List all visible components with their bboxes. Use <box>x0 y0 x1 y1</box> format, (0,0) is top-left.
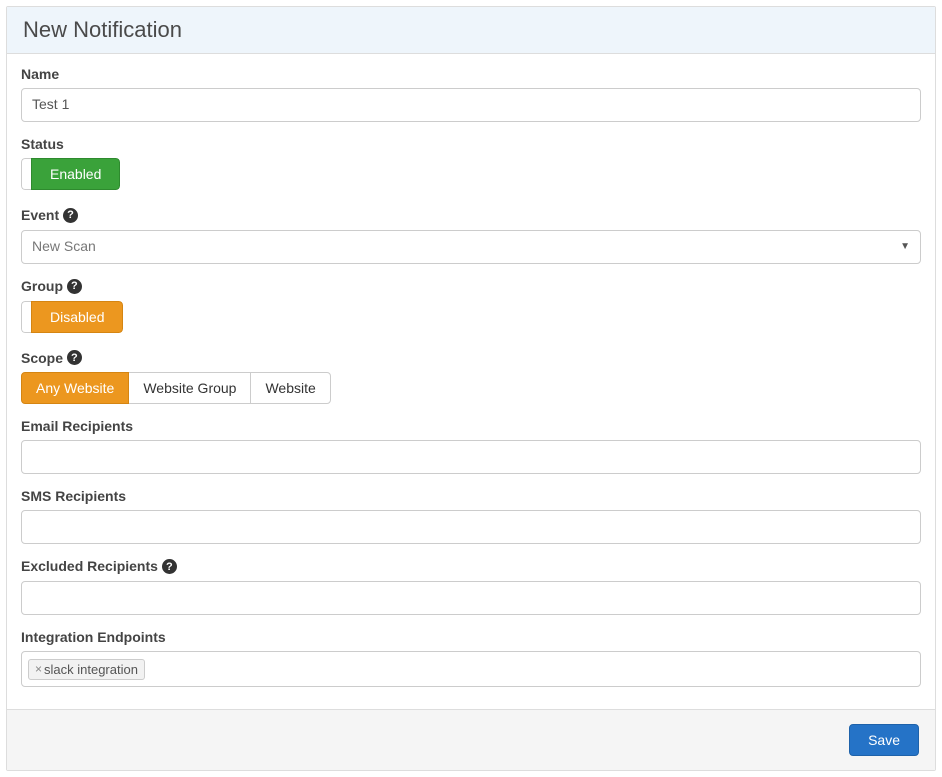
sms-recipients-group: SMS Recipients <box>21 488 921 544</box>
scope-group: Scope ? Any Website Website Group Websit… <box>21 350 921 405</box>
scope-label: Scope ? <box>21 350 921 367</box>
excluded-recipients-input[interactable] <box>21 581 921 615</box>
panel-body: Name Status Enabled Event ? New Scan <box>7 54 935 709</box>
toggle-knob <box>21 301 31 333</box>
integration-endpoint-tag[interactable]: × slack integration <box>28 659 145 680</box>
event-select[interactable]: New Scan ▼ <box>21 230 921 264</box>
email-recipients-label: Email Recipients <box>21 418 921 434</box>
scope-option-website[interactable]: Website <box>250 372 330 404</box>
help-icon[interactable]: ? <box>67 279 82 294</box>
scope-option-website-group[interactable]: Website Group <box>128 372 251 404</box>
help-icon[interactable]: ? <box>67 350 82 365</box>
group-toggle[interactable]: Disabled <box>21 301 123 333</box>
event-group: Event ? New Scan ▼ <box>21 207 921 264</box>
name-label: Name <box>21 66 921 82</box>
toggle-knob <box>21 158 31 190</box>
group-group: Group ? Disabled <box>21 278 921 336</box>
group-label: Group ? <box>21 278 921 295</box>
status-label: Status <box>21 136 921 152</box>
save-button[interactable]: Save <box>849 724 919 756</box>
integration-endpoints-group: Integration Endpoints × slack integratio… <box>21 629 921 687</box>
status-toggle[interactable]: Enabled <box>21 158 120 190</box>
help-icon[interactable]: ? <box>63 208 78 223</box>
sms-recipients-label: SMS Recipients <box>21 488 921 504</box>
new-notification-panel: New Notification Name Status Enabled Eve… <box>6 6 936 771</box>
email-recipients-group: Email Recipients <box>21 418 921 474</box>
status-toggle-label: Enabled <box>31 158 120 190</box>
excluded-recipients-label-text: Excluded Recipients <box>21 558 158 574</box>
panel-footer: Save <box>7 709 935 770</box>
panel-title: New Notification <box>23 17 919 43</box>
integration-endpoints-label: Integration Endpoints <box>21 629 921 645</box>
group-label-text: Group <box>21 278 63 294</box>
panel-header: New Notification <box>7 7 935 54</box>
excluded-recipients-label: Excluded Recipients ? <box>21 558 921 575</box>
scope-button-group: Any Website Website Group Website <box>21 372 331 404</box>
sms-recipients-input[interactable] <box>21 510 921 544</box>
chevron-down-icon: ▼ <box>900 240 910 254</box>
excluded-recipients-group: Excluded Recipients ? <box>21 558 921 615</box>
integration-endpoint-tag-label: slack integration <box>44 662 138 677</box>
name-input[interactable] <box>21 88 921 122</box>
scope-option-any-website[interactable]: Any Website <box>21 372 129 404</box>
status-group: Status Enabled <box>21 136 921 193</box>
help-icon[interactable]: ? <box>162 559 177 574</box>
close-icon[interactable]: × <box>35 663 42 675</box>
group-toggle-label: Disabled <box>31 301 123 333</box>
event-selected-value: New Scan <box>32 237 96 257</box>
email-recipients-input[interactable] <box>21 440 921 474</box>
event-label-text: Event <box>21 207 59 223</box>
event-label: Event ? <box>21 207 921 224</box>
scope-label-text: Scope <box>21 350 63 366</box>
name-group: Name <box>21 66 921 122</box>
integration-endpoints-input[interactable]: × slack integration <box>21 651 921 687</box>
